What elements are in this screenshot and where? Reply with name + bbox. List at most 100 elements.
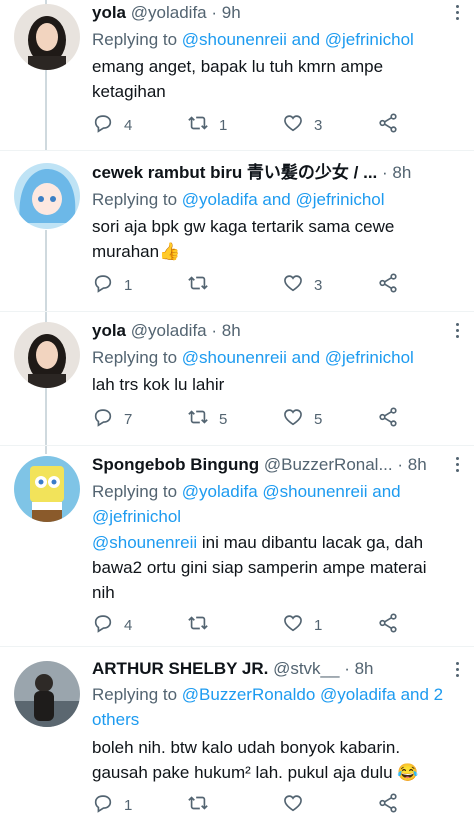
action-bar: 4 1 3 (92, 113, 422, 137)
separator-dot: · (382, 163, 388, 182)
replying-to-users[interactable]: @yoladifa and @jefrinichol (182, 190, 385, 209)
tweet-text-line: sori aja bpk gw kaga tertarik sama cewe (92, 217, 395, 236)
timestamp[interactable]: 8h (222, 321, 241, 340)
separator-dot: · (211, 321, 218, 340)
separator-dot: · (211, 3, 218, 22)
tweet[interactable]: cewek rambut biru 青い髪の少女 / ... · 8h Repl… (0, 151, 474, 311)
retweet-button[interactable] (187, 273, 219, 297)
like-icon (282, 612, 314, 638)
avatar[interactable] (14, 661, 80, 727)
action-bar: 1 (92, 793, 422, 817)
share-icon (377, 612, 409, 638)
tweet-text: sori aja bpk gw kaga tertarik sama cewe … (92, 214, 460, 264)
share-button[interactable] (377, 613, 409, 637)
tweet-text: boleh nih. btw kalo udah bonyok kabarin.… (92, 735, 460, 785)
reply-button[interactable]: 1 (92, 273, 132, 297)
like-button[interactable]: 1 (282, 613, 322, 637)
avatar[interactable] (14, 322, 80, 388)
replying-prefix: Replying to (92, 482, 178, 501)
action-bar: 4 1 (92, 613, 422, 637)
share-icon (377, 406, 409, 432)
tweet-text-line: emang anget, bapak lu tuh kmrn ampe (92, 57, 384, 76)
timestamp[interactable]: 8h (392, 163, 411, 182)
tweet-text-segment: ini mau dibantu lacak ga, dah (197, 533, 424, 552)
display-name[interactable]: ARTHUR SHELBY JR. (92, 659, 268, 678)
replying-prefix: Replying to (92, 30, 178, 49)
tweet[interactable]: ARTHUR SHELBY JR. @stvk__ · 8h Replying … (0, 647, 474, 817)
separator-dot: · (397, 455, 404, 474)
retweet-icon (187, 792, 219, 818)
share-button[interactable] (377, 407, 409, 431)
tweet-text-line: bawa2 ortu gini siap samperin ampe mater… (92, 558, 427, 577)
timestamp[interactable]: 9h (222, 3, 241, 22)
reply-button[interactable]: 7 (92, 407, 132, 431)
user-handle[interactable]: @BuzzerRonal... (264, 455, 393, 474)
replying-to-users[interactable]: @yoladifa @shounenreii and (182, 482, 401, 501)
share-button[interactable] (377, 273, 409, 297)
user-handle[interactable]: @yoladifa (131, 321, 207, 340)
replying-to: Replying to @BuzzerRonaldo @yoladifa and… (92, 682, 460, 732)
like-icon (282, 272, 314, 298)
avatar[interactable] (14, 4, 80, 70)
tweet-text-line: nih (92, 583, 115, 602)
tweet[interactable]: yola @yoladifa · 9h Replying to @shounen… (0, 0, 474, 150)
timestamp[interactable]: 8h (408, 455, 427, 474)
reply-button[interactable]: 1 (92, 793, 132, 817)
like-button[interactable]: 5 (282, 407, 322, 431)
like-button[interactable]: 3 (282, 273, 322, 297)
retweet-icon (187, 112, 219, 138)
like-icon (282, 792, 314, 818)
reply-button[interactable]: 4 (92, 613, 132, 637)
retweet-count: 5 (219, 410, 228, 428)
avatar[interactable] (14, 163, 80, 229)
retweet-button[interactable]: 1 (187, 113, 227, 137)
display-name[interactable]: yola (92, 3, 126, 22)
replying-prefix: Replying to (92, 190, 178, 209)
more-icon[interactable] (454, 2, 460, 23)
retweet-icon (187, 612, 219, 638)
replying-to: Replying to @shounenreii and @jefrinicho… (92, 345, 460, 370)
replying-to-users[interactable]: @BuzzerRonaldo @yoladifa and 2 (182, 685, 443, 704)
replying-to-users[interactable]: @shounenreii and @jefrinichol (182, 30, 414, 49)
retweet-icon (187, 406, 219, 432)
reply-icon (92, 792, 124, 818)
share-button[interactable] (377, 113, 409, 137)
reply-count: 1 (124, 796, 133, 814)
replying-to: Replying to @yoladifa @shounenreii and @… (92, 479, 460, 529)
tweet-header: ARTHUR SHELBY JR. @stvk__ · 8h (92, 656, 464, 682)
like-button[interactable]: 3 (282, 113, 322, 137)
share-icon (377, 272, 409, 298)
share-button[interactable] (377, 793, 409, 817)
mention-link[interactable]: @shounenreii (92, 533, 197, 552)
avatar[interactable] (14, 456, 80, 522)
user-handle[interactable]: @stvk__ (273, 659, 339, 678)
share-icon (377, 792, 409, 818)
user-handle[interactable]: @yoladifa (131, 3, 207, 22)
display-name[interactable]: Spongebob Bingung (92, 455, 259, 474)
replying-to-others[interactable]: others (92, 707, 460, 732)
reply-count: 4 (124, 616, 133, 634)
retweet-button[interactable]: 5 (187, 407, 227, 431)
tweet-header: yola @yoladifa · 9h (92, 0, 464, 26)
replying-to-users[interactable]: @jefrinichol (92, 504, 460, 529)
display-name[interactable]: yola (92, 321, 126, 340)
tweet[interactable]: Spongebob Bingung @BuzzerRonal... · 8h R… (0, 446, 474, 646)
reply-button[interactable]: 4 (92, 113, 132, 137)
retweet-button[interactable] (187, 793, 219, 817)
retweet-button[interactable] (187, 613, 219, 637)
like-button[interactable] (282, 793, 314, 817)
tweet-text-line: gausah pake hukum² lah. pukul aja dulu 😂 (92, 763, 419, 782)
tweet-header: yola @yoladifa · 8h (92, 318, 464, 344)
replying-to-users[interactable]: @shounenreii and @jefrinichol (182, 348, 414, 367)
action-bar: 7 5 5 (92, 407, 422, 431)
more-icon[interactable] (454, 320, 460, 341)
more-icon[interactable] (454, 659, 460, 680)
separator-dot: · (344, 659, 350, 678)
display-name[interactable]: cewek rambut biru 青い髪の少女 / ... (92, 163, 377, 182)
like-count: 3 (314, 276, 323, 294)
timestamp[interactable]: 8h (355, 659, 374, 678)
tweet-text: lah trs kok lu lahir (92, 372, 460, 397)
tweet[interactable]: yola @yoladifa · 8h Replying to @shounen… (0, 312, 474, 445)
reply-icon (92, 612, 124, 638)
more-icon[interactable] (454, 454, 460, 475)
